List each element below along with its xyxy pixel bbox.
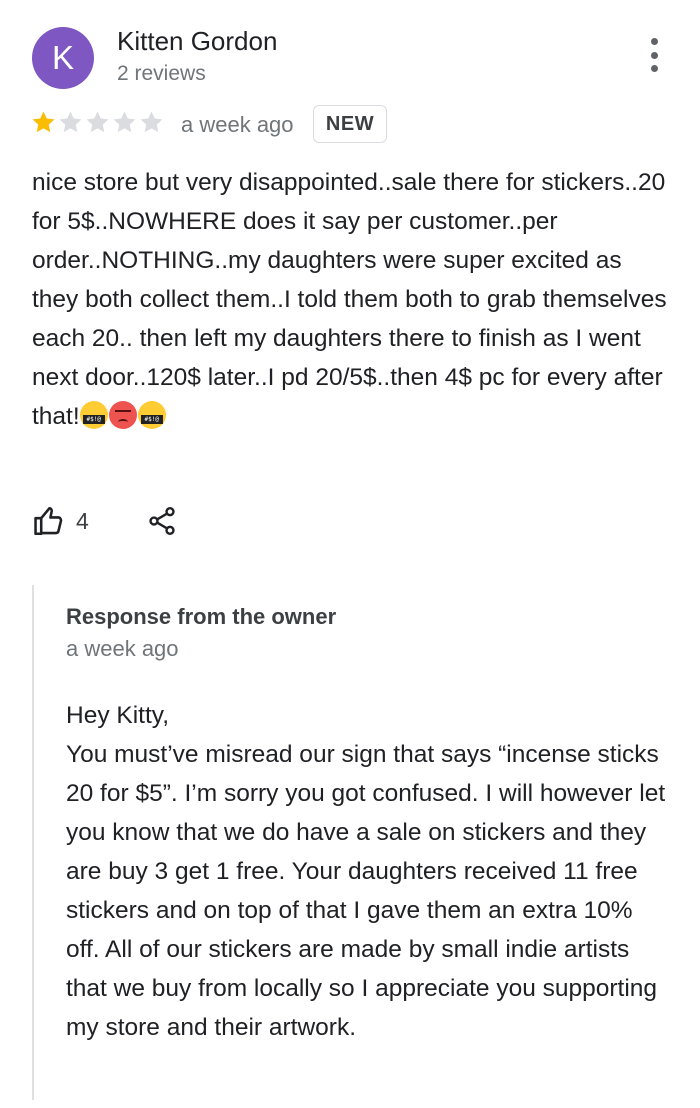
angry-face-emoji (108, 401, 137, 429)
share-icon[interactable] (146, 505, 178, 537)
more-vert-icon[interactable] (642, 38, 666, 72)
star-icon (140, 111, 163, 133)
reviewer-name[interactable]: Kitten Gordon (117, 26, 277, 57)
star-icon (86, 111, 109, 133)
reviewer-review-count: 2 reviews (117, 62, 206, 85)
review-date: a week ago (181, 112, 294, 137)
star-rating (30, 109, 165, 136)
like-count: 4 (76, 507, 89, 534)
cursing-face-emoji (137, 401, 166, 429)
review-body: nice store but very disappointed..sale t… (32, 169, 667, 430)
thumbs-up-icon (34, 506, 63, 536)
review-text: nice store but very disappointed..sale t… (32, 163, 672, 436)
owner-response-date: a week ago (66, 636, 179, 661)
avatar-letter: K (51, 39, 74, 76)
star-icon (113, 111, 136, 133)
avatar[interactable]: K (32, 27, 94, 89)
new-badge: NEW (313, 105, 387, 143)
owner-response-heading: Response from the owner (66, 604, 337, 629)
star-icon (59, 111, 82, 133)
cursing-face-emoji (79, 401, 108, 429)
like-button[interactable]: 4 (32, 504, 89, 538)
star-icon (32, 111, 55, 133)
owner-response-text: Hey Kitty, You must’ve misread our sign … (66, 702, 666, 1041)
